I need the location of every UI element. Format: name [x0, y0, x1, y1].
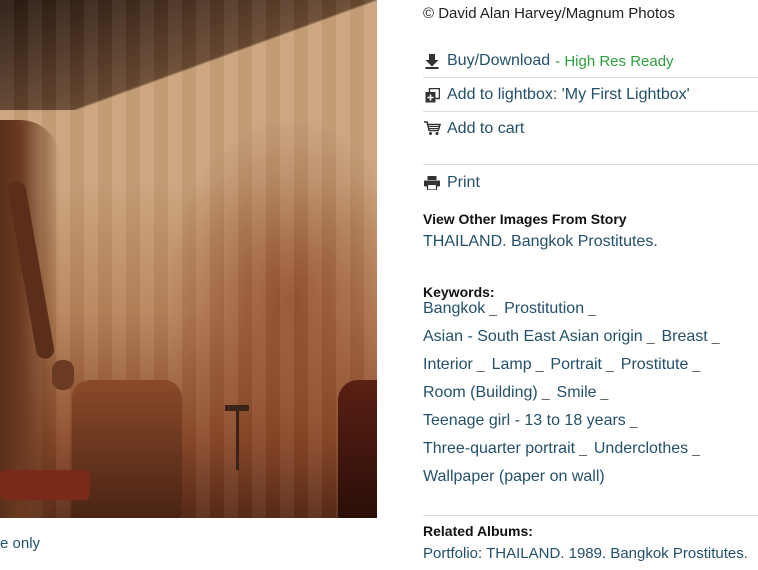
keyword-separator: _: [646, 328, 655, 344]
keyword-link[interactable]: Teenage girl - 13 to 18 years: [423, 412, 626, 429]
keyword-link[interactable]: Prostitution: [504, 300, 584, 317]
keyword-row: Room (Building) _ Smile _: [423, 384, 615, 402]
keyword-link[interactable]: Smile: [557, 384, 597, 401]
keyword-separator: _: [600, 384, 609, 400]
keyword-link[interactable]: Wallpaper (paper on wall): [423, 468, 605, 485]
keyword-separator: _: [535, 356, 544, 372]
cart-icon: [423, 120, 441, 138]
keyword-link[interactable]: Bangkok: [423, 300, 485, 317]
photo-hand: [52, 360, 74, 390]
keyword-link[interactable]: Asian - South East Asian origin: [423, 328, 643, 345]
albums-divider: [423, 515, 758, 516]
keyword-link[interactable]: Interior: [423, 356, 473, 373]
keywords-heading: Keywords:: [423, 284, 495, 300]
keyword-row: Asian - South East Asian origin _ Breast _: [423, 328, 727, 346]
download-icon: [423, 52, 441, 70]
keyword-link[interactable]: Lamp: [492, 356, 532, 373]
keyword-separator: _: [489, 300, 498, 316]
keyword-separator: _: [629, 412, 638, 428]
story-heading: View Other Images From Story: [423, 211, 627, 227]
keyword-link[interactable]: Three-quarter portrait: [423, 440, 575, 457]
keyword-link[interactable]: Breast: [661, 328, 707, 345]
buy-download-label[interactable]: Buy/Download: [447, 52, 550, 70]
keyword-link[interactable]: Room (Building): [423, 384, 538, 401]
keyword-separator: _: [692, 440, 700, 456]
keyword-row: Wallpaper (paper on wall): [423, 468, 605, 486]
photo-credit: © David Alan Harvey/Magnum Photos: [423, 5, 676, 22]
add-to-cart-button[interactable]: Add to cart: [423, 112, 758, 145]
story-link[interactable]: THAILAND. Bangkok Prostitutes.: [423, 233, 658, 251]
lightbox-icon: [423, 86, 441, 104]
buy-download-button[interactable]: Buy/Download - High Res Ready: [423, 45, 758, 78]
keyword-link[interactable]: Underclothes: [594, 440, 688, 457]
print-button[interactable]: Print: [423, 166, 758, 199]
print-label[interactable]: Print: [447, 174, 480, 192]
keyword-row: Bangkok _ Prostitution _: [423, 300, 603, 318]
keyword-separator: _: [692, 356, 701, 372]
photo-caption-fragment[interactable]: e only: [0, 535, 40, 552]
keyword-separator: _: [588, 300, 596, 316]
related-album-link[interactable]: Portfolio: THAILAND. 1989. Bangkok Prost…: [423, 545, 748, 562]
photo-lamp-stem: [236, 410, 239, 470]
keyword-link[interactable]: Portrait: [550, 356, 602, 373]
keyword-separator: _: [606, 356, 614, 372]
actions-divider: [423, 164, 758, 165]
keyword-separator: _: [541, 384, 550, 400]
related-albums-heading: Related Albums:: [423, 523, 533, 539]
keyword-link[interactable]: Prostitute: [621, 356, 689, 373]
photo-image[interactable]: [0, 0, 377, 518]
add-to-lightbox-button[interactable]: Add to lightbox: 'My First Lightbox': [423, 79, 758, 112]
high-res-ready-status: - High Res Ready: [555, 52, 674, 70]
keyword-row: Interior _ Lamp _ Portrait _ Prostitute _: [423, 356, 707, 374]
keyword-separator: _: [711, 328, 720, 344]
add-to-cart-label[interactable]: Add to cart: [447, 120, 524, 138]
keyword-row: Teenage girl - 13 to 18 years _: [423, 412, 645, 430]
photo-chair-right: [338, 380, 377, 518]
add-to-lightbox-label[interactable]: Add to lightbox: 'My First Lightbox': [447, 86, 690, 104]
keyword-separator: _: [579, 440, 587, 456]
print-icon: [423, 174, 441, 192]
keyword-row: Three-quarter portrait _ Underclothes _: [423, 440, 707, 458]
photo-seat: [0, 470, 90, 500]
keyword-separator: _: [476, 356, 485, 372]
